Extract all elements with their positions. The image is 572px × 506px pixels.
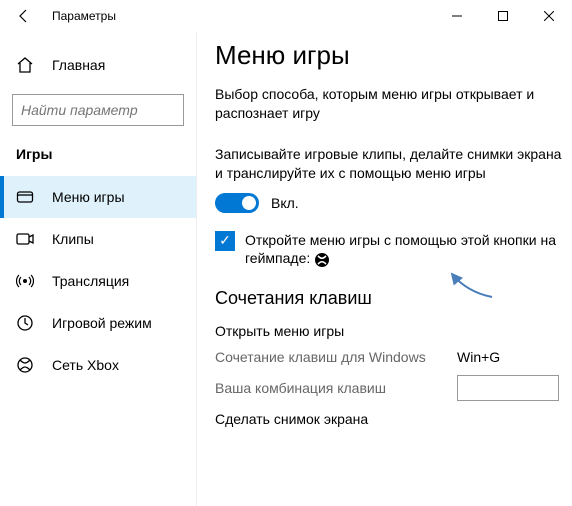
game-mode-icon: [16, 314, 34, 332]
shortcut-user-label: Ваша комбинация клавиш: [215, 380, 445, 396]
xbox-network-icon: [16, 356, 34, 374]
sidebar-item-label: Трансляция: [52, 273, 129, 289]
shortcut-open-user-row: Ваша комбинация клавиш: [215, 375, 572, 401]
sidebar-item-broadcast[interactable]: Трансляция: [0, 260, 196, 302]
sidebar-item-game-bar[interactable]: Меню игры: [0, 176, 196, 218]
content-pane: Меню игры Выбор способа, которым меню иг…: [196, 32, 572, 506]
shortcut-open-title: Открыть меню игры: [215, 323, 572, 339]
shortcut-win-value: Win+G: [457, 349, 500, 365]
intro-text: Выбор способа, которым меню игры открыва…: [215, 85, 572, 123]
controller-checkbox[interactable]: ✓: [215, 231, 235, 251]
sidebar-item-label: Клипы: [52, 231, 94, 247]
sidebar-item-label: Меню игры: [52, 189, 125, 205]
clips-icon: [16, 230, 34, 248]
sidebar-item-xbox-network[interactable]: Сеть Xbox: [0, 344, 196, 386]
home-icon: [16, 56, 34, 74]
minimize-button[interactable]: [434, 0, 480, 32]
shortcut-screenshot-title: Сделать снимок экрана: [215, 411, 572, 427]
window-controls: [434, 0, 572, 32]
sidebar: Главная Игры Меню игры Клипы Трансляция …: [0, 32, 196, 506]
close-button[interactable]: [526, 0, 572, 32]
shortcut-open-windows-row: Сочетание клавиш для Windows Win+G: [215, 349, 572, 365]
game-bar-icon: [16, 188, 34, 206]
sidebar-item-clips[interactable]: Клипы: [0, 218, 196, 260]
broadcast-icon: [16, 272, 34, 290]
window-title: Параметры: [48, 9, 116, 23]
sidebar-home-label: Главная: [52, 57, 105, 73]
shortcut-win-label: Сочетание клавиш для Windows: [215, 349, 445, 365]
shortcut-user-input[interactable]: [457, 375, 559, 401]
toggle-label: Вкл.: [271, 195, 299, 211]
sidebar-item-label: Игровой режим: [52, 315, 152, 331]
sidebar-section-title: Игры: [0, 140, 196, 176]
back-button[interactable]: [0, 0, 48, 32]
sidebar-home[interactable]: Главная: [0, 46, 196, 84]
controller-checkbox-label: Откройте меню игры с помощью этой кнопки…: [245, 231, 564, 269]
search-box[interactable]: [12, 94, 184, 126]
xbox-button-icon: [314, 252, 330, 268]
gamebar-toggle[interactable]: [215, 193, 259, 213]
maximize-button[interactable]: [480, 0, 526, 32]
search-input[interactable]: [21, 102, 203, 118]
capture-description: Записывайте игровые клипы, делайте снимк…: [215, 145, 572, 183]
sidebar-item-label: Сеть Xbox: [52, 357, 119, 373]
titlebar: Параметры: [0, 0, 572, 32]
page-title: Меню игры: [215, 40, 572, 71]
toggle-knob: [242, 196, 256, 210]
shortcuts-heading: Сочетания клавиш: [215, 288, 572, 309]
sidebar-item-game-mode[interactable]: Игровой режим: [0, 302, 196, 344]
